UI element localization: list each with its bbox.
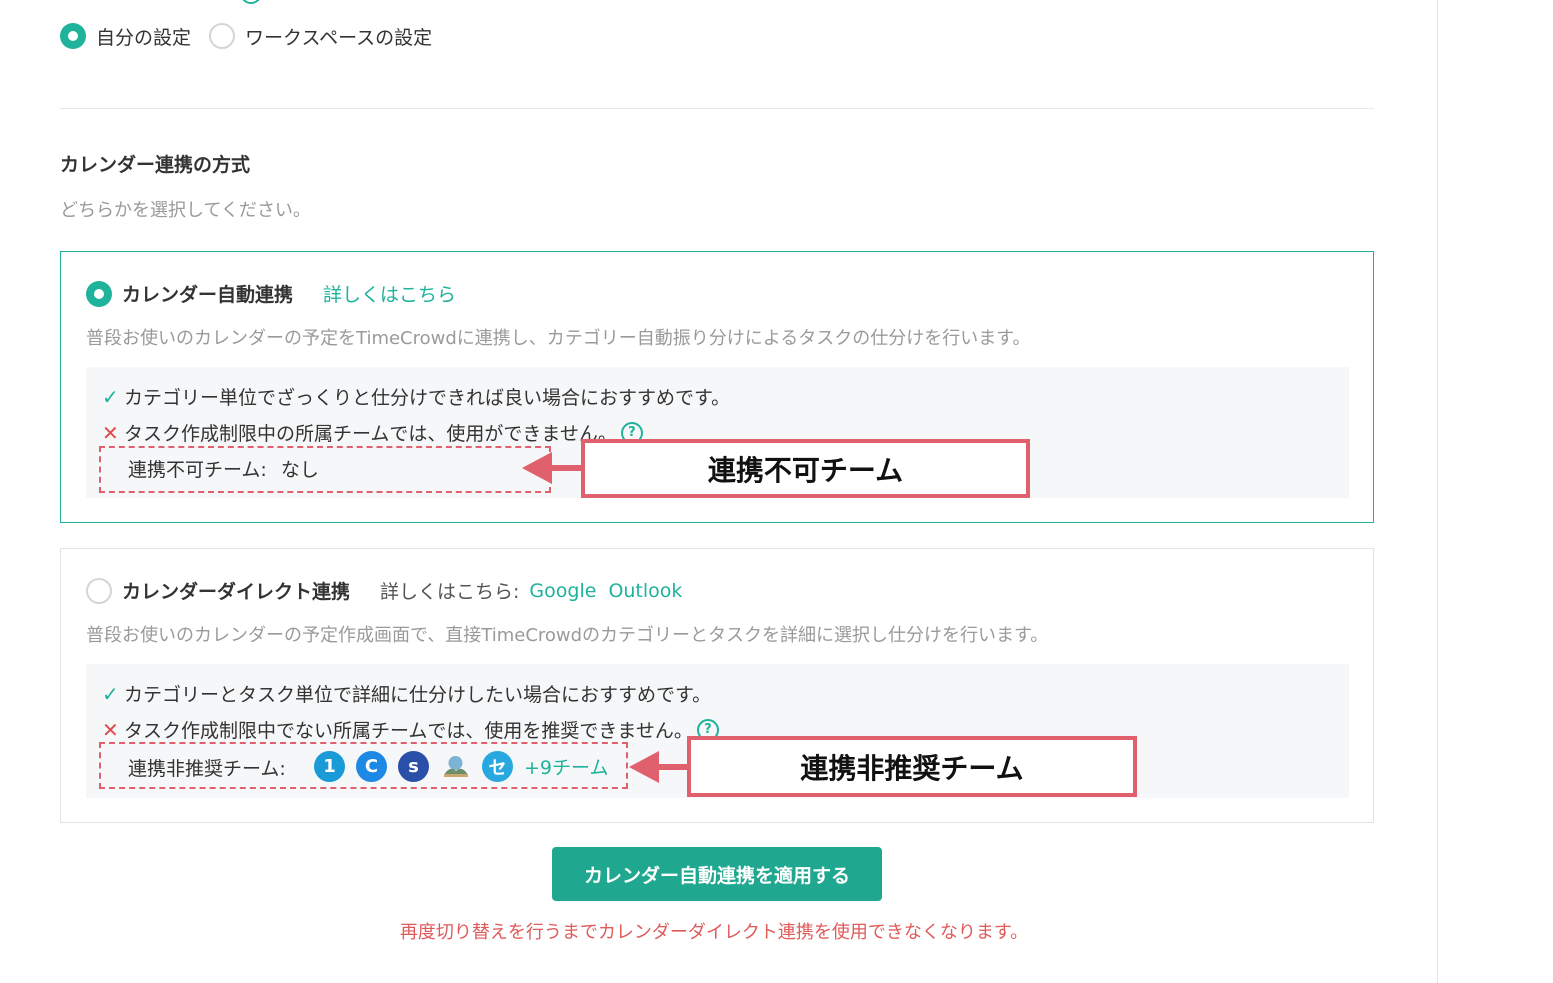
direct-integration-header: カレンダーダイレクト連携 詳しくはこちら: Google Outlook [86,577,682,604]
switch-warning-message: 再度切り替えを行うまでカレンダーダイレクト連携を使用できなくなります。 [399,922,1029,943]
check-icon: ✓ [102,384,119,409]
auto-con-text: タスク作成制限中の所属チームでは、使用ができません。 [124,423,617,445]
direct-pro-text: カテゴリーとタスク単位で詳細に仕分けしたい場合におすすめです。 [124,684,712,706]
auto-integration-title: カレンダー自動連携 [122,284,294,306]
workspace-settings-label[interactable]: ワークスペースの設定 [245,23,432,50]
direct-details-prefix: 詳しくはこちら: [380,581,520,603]
outlook-details-link[interactable]: Outlook [608,580,682,602]
not-recommended-teams-highlight [99,742,628,789]
my-settings-label[interactable]: 自分の設定 [96,23,191,50]
direct-con-text: タスク作成制限中でない所属チームでは、使用を推奨できません。 [124,720,693,742]
right-panel-divider [1437,0,1438,983]
check-icon: ✓ [102,681,119,706]
auto-integration-description: 普段お使いのカレンダーの予定をTimeCrowdに連携し、カテゴリー自動振り分け… [86,328,1031,349]
blocked-teams-callout: 連携不可チーム [581,439,1030,498]
auto-integration-header: カレンダー自動連携 詳しくはこちら [86,280,456,307]
auto-pro-text: カテゴリー単位でざっくりと仕分けできれば良い場合におすすめです。 [124,387,731,409]
section-title: カレンダー連携の方式 [60,154,251,176]
cross-icon: ✕ [102,420,119,445]
direct-integration-radio[interactable] [86,577,112,604]
direct-pro-line: ✓ カテゴリーとタスク単位で詳細に仕分けしたい場合におすすめです。 [102,680,711,707]
callout-connector [657,764,690,770]
direct-integration-description: 普段お使いのカレンダーの予定作成画面で、直接TimeCrowdのカテゴリーとタス… [86,625,1049,646]
google-details-link[interactable]: Google [529,580,596,602]
workspace-settings-radio[interactable] [209,23,236,49]
cross-icon: ✕ [102,717,119,742]
callout-connector [550,465,584,471]
blocked-teams-highlight [99,446,551,493]
partial-control-edge [240,0,262,4]
section-subtitle: どちらかを選択してください。 [60,200,311,221]
auto-integration-radio[interactable] [86,280,112,307]
arrow-left-icon [522,452,552,484]
direct-integration-title: カレンダーダイレクト連携 [122,581,351,603]
section-divider [60,108,1374,109]
apply-auto-integration-button[interactable]: カレンダー自動連携を適用する [552,847,882,901]
not-recommended-teams-callout: 連携非推奨チーム [687,736,1137,797]
arrow-left-icon [629,751,659,783]
my-settings-radio[interactable] [60,23,86,49]
auto-con-line: ✕ タスク作成制限中の所属チームでは、使用ができません。 ? [102,419,643,446]
auto-pro-line: ✓ カテゴリー単位でざっくりと仕分けできれば良い場合におすすめです。 [102,383,730,410]
settings-scope-radio-group: 自分の設定 ワークスペースの設定 [60,22,450,50]
direct-con-line: ✕ タスク作成制限中でない所属チームでは、使用を推奨できません。 ? [102,716,719,743]
auto-integration-details-link[interactable]: 詳しくはこちら [323,280,456,307]
